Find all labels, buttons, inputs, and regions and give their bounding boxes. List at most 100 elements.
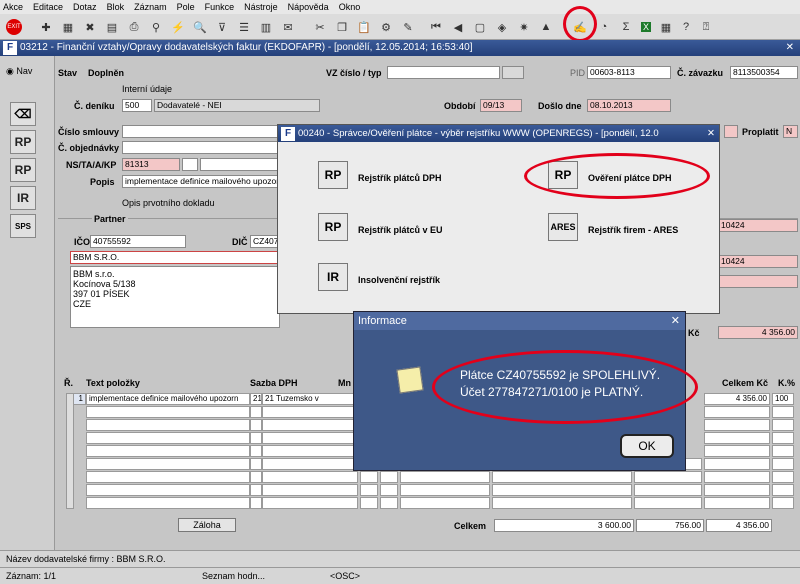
menu-dotaz[interactable]: Dotaz <box>73 2 97 12</box>
row-text[interactable] <box>86 406 250 418</box>
menu-akce[interactable]: Akce <box>3 2 23 12</box>
excel-icon[interactable]: X <box>636 17 656 37</box>
row-celkem[interactable]: 4 356.00 <box>704 393 770 405</box>
menu-okno[interactable]: Okno <box>339 2 361 12</box>
eraser-button[interactable]: ⌫ <box>10 102 36 126</box>
row-mn[interactable] <box>360 497 378 509</box>
row-mn2[interactable] <box>380 484 398 496</box>
row-text[interactable] <box>86 419 250 431</box>
window-close-icon[interactable]: ✕ <box>786 40 794 56</box>
row-text[interactable] <box>86 471 250 483</box>
menu-nastroje[interactable]: Nástroje <box>244 2 278 12</box>
row-sazba1[interactable] <box>250 406 262 418</box>
ico-field[interactable]: 40755592 <box>90 235 186 248</box>
zaloha-button[interactable]: Záloha <box>178 518 236 532</box>
table-row[interactable] <box>64 484 800 496</box>
menu-pole[interactable]: Pole <box>177 2 195 12</box>
new-record-icon[interactable]: ✚ <box>36 17 56 37</box>
row-sazba1[interactable]: 21 <box>250 393 262 405</box>
row-celkem[interactable] <box>704 497 770 509</box>
objednavka-field[interactable] <box>122 141 278 154</box>
row-unit[interactable] <box>400 484 490 496</box>
row-sazba2[interactable] <box>262 497 358 509</box>
row-celkem[interactable] <box>704 471 770 483</box>
table-icon[interactable]: ▥ <box>256 17 276 37</box>
print-icon[interactable]: ⎙ <box>124 17 144 37</box>
paste-icon[interactable]: 📋 <box>354 17 374 37</box>
grid-scrollbar[interactable] <box>66 393 74 509</box>
ir-icon[interactable]: IR <box>318 263 348 291</box>
row-k[interactable] <box>772 445 794 457</box>
obdobi-field[interactable]: 09/13 <box>480 99 522 112</box>
row-text[interactable] <box>86 484 250 496</box>
row-k[interactable] <box>772 432 794 444</box>
row-base[interactable] <box>492 497 632 509</box>
help-icon[interactable]: ? <box>676 17 696 37</box>
menu-napoveda[interactable]: Nápověda <box>288 2 329 12</box>
save-icon[interactable]: ▤ <box>102 17 122 37</box>
right-value-3[interactable] <box>718 275 798 288</box>
row-sazba2[interactable] <box>262 471 358 483</box>
right-value-2[interactable]: 10424 <box>718 255 798 268</box>
row-text[interactable] <box>86 432 250 444</box>
table-row[interactable] <box>64 471 800 483</box>
copy-icon[interactable]: ❐ <box>332 17 352 37</box>
rp-eu-button[interactable]: RP <box>10 158 36 182</box>
ares-icon[interactable]: ARES <box>548 213 578 241</box>
row-unit[interactable] <box>400 471 490 483</box>
row-text[interactable] <box>86 445 250 457</box>
row-sazba2[interactable]: 21 Tuzemsko v <box>262 393 358 405</box>
ns-field[interactable]: 81313 <box>122 158 180 171</box>
ir-button[interactable]: IR <box>10 186 36 210</box>
row-mn2[interactable] <box>380 497 398 509</box>
context-help-icon[interactable]: ⍰ <box>696 17 716 37</box>
row-celkem[interactable] <box>704 419 770 431</box>
star-icon[interactable]: ✷ <box>514 17 534 37</box>
doslo-field[interactable]: 08.10.2013 <box>587 99 671 112</box>
row-k[interactable] <box>772 419 794 431</box>
exit-icon[interactable]: EXIT <box>4 17 24 37</box>
rejstrik-platcu-eu-option[interactable]: Rejstřík plátců v EU <box>358 225 443 235</box>
sum-icon[interactable]: Σ <box>616 17 636 37</box>
close-icon[interactable]: ✕ <box>707 125 715 142</box>
row-celkem[interactable] <box>704 406 770 418</box>
proplatit-field[interactable]: N <box>783 125 798 138</box>
rp-eu-icon[interactable]: RP <box>318 213 348 241</box>
row-sazba1[interactable] <box>250 432 262 444</box>
vz-number-field[interactable] <box>387 66 500 79</box>
row-base[interactable] <box>492 471 632 483</box>
vz-type-field[interactable] <box>502 66 524 79</box>
row-sazba2[interactable] <box>262 406 358 418</box>
row-sazba1[interactable] <box>250 445 262 457</box>
nav-radio[interactable]: ◉ Nav <box>6 66 32 77</box>
row-sazba2[interactable] <box>262 458 358 470</box>
partner-address-box[interactable]: BBM s.r.o. Kocínova 5/138 397 01 PÍSEK C… <box>70 266 280 328</box>
row-celkem[interactable] <box>704 458 770 470</box>
rejstrik-firem-ares-option[interactable]: Rejstřík firem - ARES <box>588 225 678 235</box>
menu-blok[interactable]: Blok <box>107 2 125 12</box>
row-text[interactable] <box>86 458 250 470</box>
tools-icon[interactable]: ⚙ <box>376 17 396 37</box>
menu-zaznam[interactable]: Záznam <box>134 2 167 12</box>
cut-icon[interactable]: ✂ <box>310 17 330 37</box>
zavazek-field[interactable]: 8113500354 <box>730 66 798 79</box>
insert-icon[interactable]: ▦ <box>58 17 78 37</box>
row-sazba1[interactable] <box>250 471 262 483</box>
row-vat[interactable] <box>634 497 702 509</box>
row-celkem[interactable] <box>704 484 770 496</box>
grid-icon[interactable]: ▦ <box>656 17 676 37</box>
row-text[interactable] <box>86 497 250 509</box>
row-mn[interactable] <box>360 471 378 483</box>
row-text[interactable]: implementace definice mailového upozorn <box>86 393 250 405</box>
row-k[interactable] <box>772 406 794 418</box>
row-sazba1[interactable] <box>250 419 262 431</box>
row-sazba1[interactable] <box>250 458 262 470</box>
row-sazba2[interactable] <box>262 432 358 444</box>
table-row[interactable] <box>64 497 800 509</box>
list-icon[interactable]: ☰ <box>234 17 254 37</box>
row-sazba2[interactable] <box>262 419 358 431</box>
doc-icon[interactable]: ▢ <box>470 17 490 37</box>
row-sazba1[interactable] <box>250 484 262 496</box>
rp-icon[interactable]: RP <box>318 161 348 189</box>
pink-flag-field[interactable] <box>724 125 738 138</box>
